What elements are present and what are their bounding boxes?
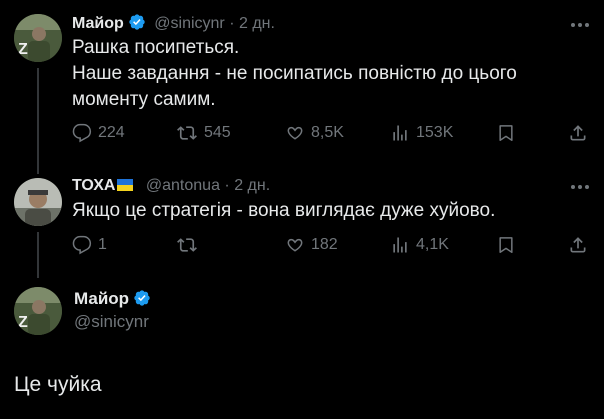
views-chart-icon xyxy=(393,125,407,141)
timestamp[interactable]: · 2 дн. xyxy=(224,177,270,194)
heart-icon xyxy=(287,238,303,252)
share-icon xyxy=(570,125,586,141)
author-handle[interactable]: @sinicynr xyxy=(74,312,149,332)
tweet-text-line: Наше завдання - не посипатись повністю д… xyxy=(72,63,517,84)
share-icon xyxy=(570,237,586,253)
tweet-text-line: Рашка посипеться. xyxy=(72,37,240,58)
views-button[interactable]: 4,1K xyxy=(390,235,449,255)
author-name[interactable]: ТОХА xyxy=(72,177,115,194)
tweet-header: Майор xyxy=(74,289,151,312)
retweet-button[interactable] xyxy=(176,235,204,255)
tweet-header: ТОХА @antonua · 2 дн. xyxy=(72,177,270,195)
retweet-icon xyxy=(177,126,197,140)
tweet-text: Рашка посипеться. Наше завдання - не пос… xyxy=(72,35,517,113)
share-button[interactable] xyxy=(568,235,588,255)
reply-count: 1 xyxy=(98,236,107,253)
timestamp[interactable]: · 2 дн. xyxy=(229,15,275,32)
ukraine-flag-icon xyxy=(117,179,134,191)
avatar[interactable]: Z xyxy=(14,14,62,62)
share-button[interactable] xyxy=(568,123,588,143)
views-count: 153K xyxy=(416,124,454,141)
reply-icon xyxy=(72,235,92,255)
views-chart-icon xyxy=(393,237,407,253)
verified-badge-icon xyxy=(128,13,146,36)
views-count: 4,1K xyxy=(416,236,449,253)
svg-text:Z: Z xyxy=(18,314,28,331)
author-name[interactable]: Майор xyxy=(72,15,124,32)
svg-text:Z: Z xyxy=(18,41,28,58)
reply-button[interactable]: 1 xyxy=(72,235,107,255)
more-options-icon[interactable] xyxy=(568,178,592,196)
bookmark-icon xyxy=(499,125,513,141)
tweet-actions: 1 182 4,1K xyxy=(72,235,592,259)
bookmark-icon xyxy=(499,237,513,253)
verified-badge-icon xyxy=(133,289,151,312)
like-count: 182 xyxy=(311,236,338,253)
retweet-icon xyxy=(177,238,197,252)
bookmark-button[interactable] xyxy=(496,235,516,255)
tweet-actions: 224 545 8,5K 153K xyxy=(72,123,592,147)
tweet-text: Якщо це стратегія - вона виглядає дуже х… xyxy=(72,200,496,221)
like-button[interactable]: 8,5K xyxy=(285,123,344,143)
author-name[interactable]: Майор xyxy=(74,289,129,308)
avatar[interactable] xyxy=(14,178,62,226)
reply-icon xyxy=(72,123,92,143)
retweet-button[interactable]: 545 xyxy=(176,123,231,143)
tweet-text: Це чуйка xyxy=(14,373,102,396)
thread-line xyxy=(37,232,39,278)
tweet-text-line: моменту самим. xyxy=(72,89,216,110)
more-options-icon[interactable] xyxy=(568,16,592,34)
like-count: 8,5K xyxy=(311,124,344,141)
retweet-count: 545 xyxy=(204,124,231,141)
bookmark-button[interactable] xyxy=(496,123,516,143)
like-button[interactable]: 182 xyxy=(285,235,338,255)
tweet-header: Майор @sinicynr · 2 дн. xyxy=(72,13,275,36)
author-handle[interactable]: @antonua xyxy=(146,177,220,194)
author-handle[interactable]: @sinicynr xyxy=(154,15,224,32)
avatar[interactable]: Z xyxy=(14,287,62,335)
views-button[interactable]: 153K xyxy=(390,123,453,143)
reply-button[interactable]: 224 xyxy=(72,123,125,143)
reply-count: 224 xyxy=(98,124,125,141)
heart-icon xyxy=(287,126,303,140)
thread-line xyxy=(37,68,39,174)
